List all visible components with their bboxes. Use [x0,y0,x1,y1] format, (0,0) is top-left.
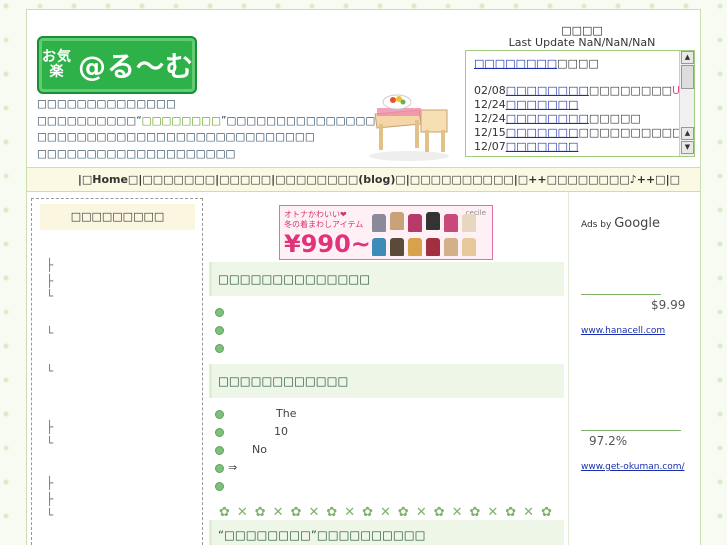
banner-copy: オトナかわいい❤ 冬の着まわしアイテム [284,210,364,229]
clothing-icon [408,214,422,232]
section-title-2: □□□□□□□□□□□□ [209,364,564,398]
decorative-divider: ✿✕✿✕✿✕✿✕✿✕✿✕✿✕✿✕✿✕✿✕✿ [219,505,559,519]
site-logo[interactable]: お気楽 @る〜む [37,36,197,94]
bullet-icon [215,409,224,419]
bullet-icon [215,325,224,335]
news-item-link[interactable]: □□□□□□□□ [506,84,589,97]
logo-small-text: お気楽 [41,49,72,80]
clothing-icon [462,238,476,256]
clothing-icon [390,238,404,256]
ad-price: $9.99 [651,298,686,312]
tree-branch: ├ [46,258,54,272]
clothing-icon [372,214,386,232]
list-item[interactable] [215,341,228,355]
left-sidebar: □□□□□□□□□ ├ ├ └ └ └ ├ └ ├ ├ └ [31,198,203,545]
nav-item-5[interactable]: □□□□□□□□□□| [410,173,518,186]
intro-line-4: □□□□□□□□□□□□□□□□□□□□ [37,147,236,160]
bullet-icon [215,343,224,353]
clothing-icon [372,238,386,256]
intro-line-2: □□□□□□□□□□“□□□□□□□□”□□□□□□□□□□□□□□□□ [37,114,386,127]
bullet-icon [215,427,224,437]
bullet-icon [215,445,224,455]
news-scrollbar[interactable]: ▲ ▲ ▼ [679,51,694,156]
clothing-icon [408,238,422,256]
main-nav: |□Home□|□□□□□□□|□□□□□|□□□□□□□□(blog)□|□□… [27,168,700,192]
google-logo: Google [614,216,661,231]
list-item[interactable]: No [215,443,267,457]
list-item[interactable] [215,323,228,337]
news-head-link[interactable]: □□□□□□□□ [474,57,557,70]
intro-line-3: □□□□□□□□□□□□□□□□□□□□□□□□□□□□ [37,131,315,143]
intro-line-1: □□□□□□□□□□□□□□ [37,98,176,110]
last-update-text: Last Update NaN/NaN/NaN [508,36,656,49]
banner-ad[interactable]: オトナかわいい❤ 冬の着まわしアイテム ¥990~ cecile [279,205,493,260]
tree-branch: └ [46,326,54,340]
bullet-icon [215,463,224,473]
scroll-up-icon[interactable]: ▲ [681,127,694,140]
tree-branch: ├ [46,476,54,490]
list-item[interactable] [215,305,228,319]
tree-branch: ├ [46,420,54,434]
list-item[interactable]: The [215,407,296,421]
ad-percent: 97.2% [589,434,628,448]
section-title-1: □□□□□□□□□□□□□□ [209,262,564,296]
bullet-icon [215,481,224,491]
section-title-3: “□□□□□□□□”□□□□□□□□□□ [209,520,564,545]
tree-branch: ├ [46,492,54,506]
news-item: 12/24□□□□□□□□□□□□□ [474,112,641,125]
nav-item-3[interactable]: □□□□□| [219,173,275,186]
news-list: □□□□□□□□□□□□ 02/08□□□□□□□□□□□□□□□□Up! 12… [474,57,695,154]
scroll-thumb[interactable] [681,65,694,89]
news-item-link[interactable]: □□□□□□□ [506,126,579,139]
tree-branch: └ [46,508,54,522]
right-ads: Ads by Google $9.99 www.hanacell.com 97.… [568,192,700,545]
news-box: □□□□□□□□□□□□ 02/08□□□□□□□□□□□□□□□□Up! 12… [465,50,695,157]
table-chairs-illustration [369,94,449,161]
news-item: 12/15□□□□□□□□□□□□□□□□□□□ [474,126,695,139]
tree-branch: └ [46,436,54,450]
clothing-icon [462,214,476,232]
intro-text: □□□□□□□□□□□□□□ □□□□□□□□□□“□□□□□□□□”□□□□□… [37,96,386,162]
clothing-icon [426,212,440,230]
news-item-link[interactable]: □□□□□□□ [506,98,579,111]
nav-home[interactable]: |□Home□| [78,173,143,186]
news-head: □□□□□□□□□□□□ [474,57,599,70]
scroll-down-icon[interactable]: ▼ [681,141,694,154]
news-item: 02/08□□□□□□□□□□□□□□□□Up! [474,84,691,98]
tree-branch: ├ [46,274,54,288]
ad-link-1[interactable]: www.hanacell.com [581,326,665,336]
nav-item-6[interactable]: □++□□□□□□□□♪++□| [518,173,670,186]
ads-by-google[interactable]: Ads by Google [581,216,660,231]
ad-link-2[interactable]: www.get-okuman.com/ [581,462,685,472]
news-item: 12/24□□□□□□□ [474,98,579,111]
list-item[interactable]: 10 [215,425,288,439]
news-item-link[interactable]: □□□□□□□□ [506,112,589,125]
page-container: お気楽 @る〜む □□□□□□□□□□□□□□ □□□□□□□□□□“□□□□□… [26,9,701,545]
scroll-up-icon[interactable]: ▲ [681,51,694,64]
clothing-icon [444,214,458,232]
clothing-icon [426,238,440,256]
logo-main-text: @る〜む [77,50,194,83]
ad-divider [581,430,681,431]
banner-price: ¥990~ [284,230,371,258]
list-item[interactable]: ⇒ [215,461,237,475]
clothing-icon [444,238,458,256]
header: お気楽 @る〜む □□□□□□□□□□□□□□ □□□□□□□□□□“□□□□□… [27,10,700,168]
news-item: 12/07□□□□□□□ [474,140,579,153]
sidebar-title: □□□□□□□□□ [40,204,195,230]
nav-item-2[interactable]: □□□□□□□| [142,173,219,186]
nav-blog[interactable]: □□□□□□□□(blog)□| [275,173,410,186]
tree-branch: └ [46,289,54,303]
intro-highlight: □□□□□□□□ [141,114,222,127]
ad-divider [581,294,661,295]
news-item-link[interactable]: □□□□□□□ [506,140,579,153]
list-item[interactable] [215,479,228,493]
tree-branch: └ [46,364,54,378]
nav-item-7[interactable]: □ [670,173,680,186]
clothing-icon [390,212,404,230]
bullet-icon [215,307,224,317]
